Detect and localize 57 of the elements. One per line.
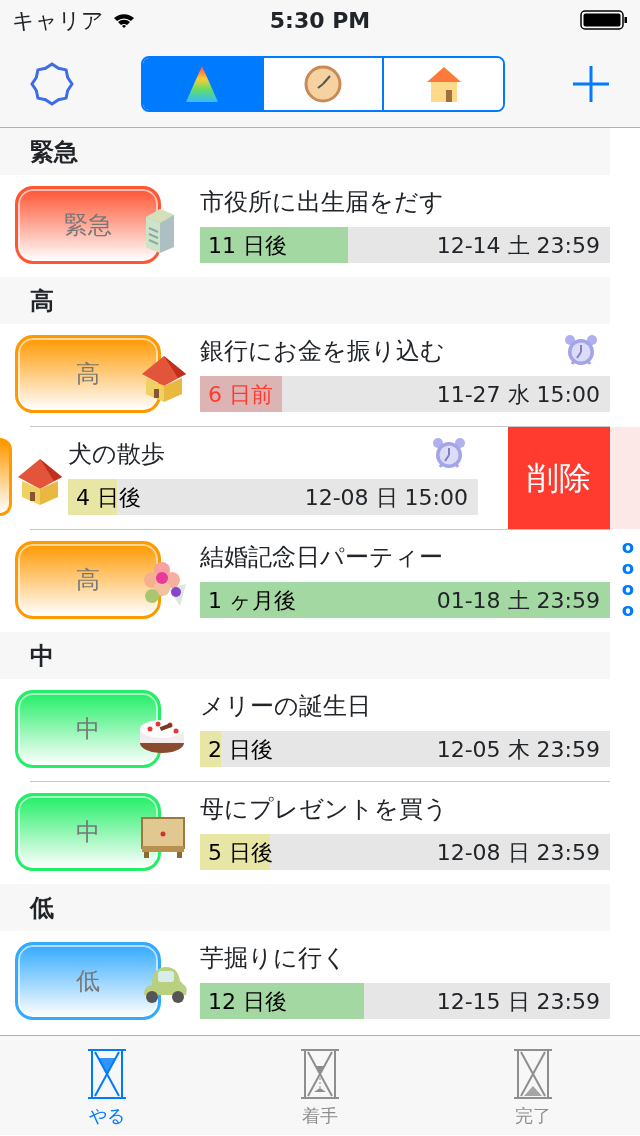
priority-badge[interactable]: 高 — [15, 335, 161, 413]
task-title[interactable]: 芋掘りに行く — [200, 943, 347, 973]
section-header: 高 — [0, 277, 610, 324]
tab-bar-item[interactable]: 着手 — [213, 1036, 427, 1135]
due-date: 12-15 日 23:59 — [436, 987, 600, 1016]
task-title[interactable]: 母にプレゼントを買う — [200, 794, 448, 824]
index-mark[interactable]: o — [621, 578, 634, 599]
task-title[interactable]: 結婚記念日パーティー — [200, 542, 443, 572]
clock-icon — [303, 63, 343, 104]
hourglass-icon — [512, 1048, 555, 1100]
priority-badge[interactable]: 高 — [15, 541, 161, 619]
index-mark[interactable]: o — [621, 557, 634, 578]
due-date: 01-18 土 23:59 — [436, 586, 600, 615]
tab-bar-item[interactable]: 完了 — [426, 1036, 640, 1135]
hourglass-icon — [299, 1048, 341, 1100]
task-title[interactable]: メリーの誕生日 — [200, 691, 371, 721]
section-header: 中 — [0, 632, 610, 679]
segment-tab[interactable] — [261, 57, 383, 110]
index-mark[interactable]: o — [621, 599, 634, 620]
due-date: 12-08 日 23:59 — [436, 838, 600, 867]
status-time: 5:30 PM — [269, 6, 371, 35]
priority-badge[interactable]: 緊急 — [15, 186, 161, 264]
task-title[interactable]: 市役所に出生届をだす — [200, 187, 444, 217]
segment-tab[interactable] — [143, 57, 262, 110]
settings-icon — [30, 61, 74, 106]
index-mark[interactable]: o — [621, 536, 634, 557]
wifi-icon — [112, 11, 136, 29]
tab-bar-item[interactable]: やる — [0, 1036, 214, 1135]
task-title[interactable]: 犬の散歩 — [68, 439, 165, 469]
remaining-time: 5 日後 — [208, 838, 273, 867]
hourglass-icon — [85, 1048, 128, 1100]
priority-badge[interactable]: 中 — [15, 793, 161, 871]
remaining-time: 11 日後 — [208, 231, 287, 260]
segment-tab[interactable] — [382, 57, 503, 110]
due-date: 12-08 日 15:00 — [304, 483, 468, 512]
alarm-clock-icon — [564, 334, 598, 368]
settings-button[interactable] — [30, 61, 74, 106]
carrier-name: キャリア — [12, 6, 104, 35]
remaining-time: 1 ヶ月後 — [208, 586, 296, 615]
task-title[interactable]: 銀行にお金を振り込む — [200, 336, 445, 366]
section-header: 緊急 — [0, 128, 610, 175]
battery-icon — [580, 9, 628, 31]
section-header: 低 — [0, 884, 610, 931]
due-date: 12-14 土 23:59 — [436, 231, 600, 260]
add-button[interactable] — [572, 64, 610, 103]
remaining-time: 6 日前 — [208, 380, 273, 409]
remaining-time: 2 日後 — [208, 735, 273, 764]
priority-badge[interactable]: 中 — [15, 690, 161, 768]
remaining-time: 12 日後 — [208, 987, 287, 1016]
due-date: 11-27 水 15:00 — [436, 380, 600, 409]
plus-icon — [572, 64, 610, 103]
delete-button[interactable]: 削除 — [508, 427, 610, 529]
remaining-time: 4 日後 — [76, 483, 141, 512]
priority-badge[interactable] — [0, 438, 12, 516]
alarm-clock-icon — [432, 437, 466, 471]
due-date: 12-05 木 23:59 — [436, 735, 600, 764]
priority-badge[interactable]: 低 — [15, 942, 161, 1020]
